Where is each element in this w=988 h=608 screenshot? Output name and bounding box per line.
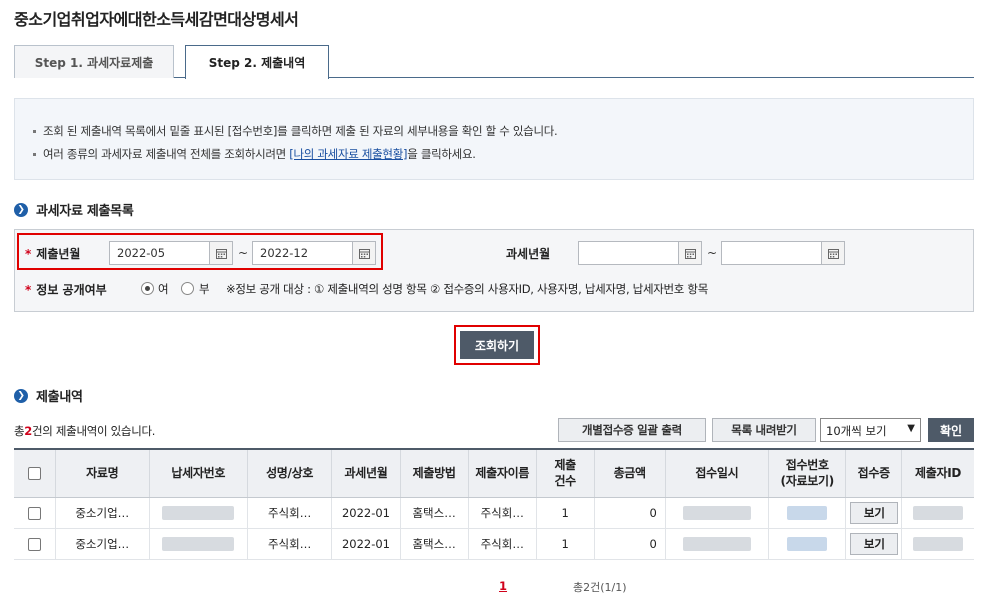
bullet-icon <box>33 153 36 156</box>
row-select-cell <box>14 528 56 560</box>
column-header: 접수증 <box>845 449 902 498</box>
count-cell: 1 <box>535 497 595 529</box>
page-title: 중소기업취업자에대한소득세감면대상명세서 <box>14 10 299 29</box>
redacted-value <box>162 505 235 520</box>
page-size-select[interactable]: 10개씩 보기 ▼ <box>820 418 921 442</box>
info-line-1: 조회 된 제출내역 목록에서 밑줄 표시된 [접수번호]를 클릭하면 제출 된 … <box>33 123 558 139</box>
tab-step2[interactable]: Step 2. 제출내역 <box>185 45 329 79</box>
calendar-icon[interactable] <box>821 241 845 265</box>
received-at-cell <box>664 528 769 560</box>
receipt-number-link[interactable] <box>787 536 828 551</box>
count-cell: 1 <box>535 528 595 560</box>
table-row: 중소기업… 주식회… 2022-01 홈택스… 주식회… 1 0 보기 <box>14 528 974 560</box>
tax-to-input[interactable] <box>721 241 822 265</box>
redacted-value <box>682 536 751 551</box>
table-row: 중소기업… 주식회… 2022-01 홈택스… 주식회… 1 0 보기 <box>14 497 974 529</box>
redacted-value <box>913 536 964 551</box>
row-select-cell <box>14 497 56 529</box>
search-button[interactable]: 조회하기 <box>460 331 534 359</box>
submitter-cell: 주식회… <box>467 497 537 529</box>
submitter-id-cell <box>901 528 974 560</box>
info-line-2: 여러 종류의 과세자료 제출내역 전체를 조회하시려면 [나의 과세자료 제출현… <box>33 146 476 162</box>
company-cell: 주식회… <box>246 497 332 529</box>
disclosure-note: ※정보 공개 대상 : ① 제출내역의 성명 항목 ② 접수증의 사용자ID, … <box>226 282 708 296</box>
column-header: 제출 건수 <box>535 449 595 498</box>
info-box: 조회 된 제출내역 목록에서 밑줄 표시된 [접수번호]를 클릭하면 제출 된 … <box>14 98 974 180</box>
data-name-cell: 중소기업… <box>54 497 150 529</box>
chevron-right-circle-icon: ❯ <box>14 202 28 217</box>
method-cell: 홈택스… <box>399 528 469 560</box>
pager-current-page[interactable]: 1 <box>499 579 507 593</box>
column-header: 총금액 <box>593 449 666 498</box>
receipt-number-cell[interactable] <box>768 497 846 529</box>
column-header: 자료명 <box>54 449 150 498</box>
row-checkbox[interactable] <box>27 506 41 520</box>
view-receipt-button[interactable]: 보기 <box>850 532 899 555</box>
taxpayer-number-cell <box>148 497 248 529</box>
highlight-outline <box>17 233 383 270</box>
batch-print-button[interactable]: 개별접수증 일괄 출력 <box>558 418 706 442</box>
receipt-cell: 보기 <box>845 528 902 560</box>
confirm-button[interactable]: 확인 <box>928 418 974 442</box>
redacted-value <box>913 505 964 520</box>
tax-month-label: 과세년월 <box>506 247 551 261</box>
data-name-cell: 중소기업… <box>54 528 150 560</box>
disclosure-label: * 정보 공개여부 <box>25 283 107 297</box>
taxpayer-number-cell <box>148 528 248 560</box>
column-header: 성명/상호 <box>246 449 332 498</box>
amount-cell: 0 <box>593 497 666 529</box>
submitter-cell: 주식회… <box>467 528 537 560</box>
column-header: 납세자번호 <box>148 449 248 498</box>
row-checkbox[interactable] <box>27 537 41 551</box>
column-header: 접수일시 <box>664 449 769 498</box>
submission-table: 자료명 납세자번호 성명/상호 과세년월 제출방법 제출자이름 제출 건수 총금… <box>14 448 974 560</box>
redacted-value <box>162 536 235 551</box>
received-at-cell <box>664 497 769 529</box>
disclosure-no-label: 부 <box>199 282 210 296</box>
calendar-icon[interactable] <box>678 241 702 265</box>
required-mark: * <box>25 283 32 297</box>
column-header: 접수번호 (자료보기) <box>768 449 846 498</box>
table-header-row: 자료명 납세자번호 성명/상호 과세년월 제출방법 제출자이름 제출 건수 총금… <box>14 449 974 498</box>
submitter-id-cell <box>901 497 974 529</box>
receipt-number-link[interactable] <box>787 505 828 520</box>
download-list-button[interactable]: 목록 내려받기 <box>712 418 816 442</box>
disclosure-yes-radio[interactable] <box>141 282 154 295</box>
step-tabs: Step 1. 과세자료제출 Step 2. 제출내역 <box>14 45 974 79</box>
tax-month-cell: 2022-01 <box>331 528 401 560</box>
column-header: 제출자ID <box>901 449 974 498</box>
search-section-title: ❯ 과세자료 제출목록 <box>14 200 134 219</box>
column-header: 과세년월 <box>331 449 401 498</box>
select-all-checkbox[interactable] <box>27 467 41 481</box>
tax-month-cell: 2022-01 <box>331 497 401 529</box>
view-receipt-button[interactable]: 보기 <box>850 501 899 524</box>
amount-cell: 0 <box>593 528 666 560</box>
tax-from-input[interactable] <box>578 241 679 265</box>
column-header: 제출자이름 <box>467 449 537 498</box>
company-cell: 주식회… <box>246 528 332 560</box>
tab-step1[interactable]: Step 1. 과세자료제출 <box>14 45 174 78</box>
result-count: 총2건의 제출내역이 있습니다. <box>14 424 156 438</box>
select-all-cell <box>14 449 56 498</box>
pager-total: 총2건(1/1) <box>573 581 627 594</box>
my-submission-status-link[interactable]: [나의 과세자료 제출현황] <box>289 147 407 161</box>
redacted-value <box>682 505 751 520</box>
search-form: *제출년월 ~ 과세년월 ~ *정보 공개여부 여 부 ※정보 공개 대상 : … <box>14 229 974 312</box>
receipt-number-cell[interactable] <box>768 528 846 560</box>
range-separator: ~ <box>707 246 718 260</box>
disclosure-no-radio[interactable] <box>181 282 194 295</box>
chevron-right-circle-icon: ❯ <box>14 388 28 403</box>
bullet-icon <box>33 130 36 133</box>
results-section-title: ❯ 제출내역 <box>14 386 83 405</box>
chevron-down-icon: ▼ <box>907 423 915 434</box>
disclosure-yes-label: 여 <box>158 282 169 296</box>
receipt-cell: 보기 <box>845 497 902 529</box>
column-header: 제출방법 <box>399 449 469 498</box>
method-cell: 홈택스… <box>399 497 469 529</box>
